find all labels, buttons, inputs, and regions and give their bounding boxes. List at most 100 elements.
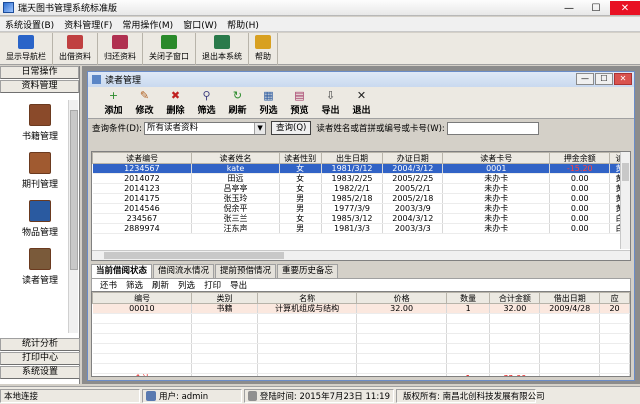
loans-column-header[interactable]: 数量 xyxy=(445,292,491,304)
filter-button[interactable]: ⚲ 筛选 xyxy=(191,87,222,118)
edit-button[interactable]: ✎ 修改 xyxy=(129,87,160,118)
child-minimize-button[interactable]: — xyxy=(576,73,594,85)
export-button[interactable]: ⇩ 导出 xyxy=(315,87,346,118)
loan-subtoolbar: 还书 筛选 刷新 列选 打印 导出 xyxy=(91,278,631,291)
sidebar-scroll-thumb[interactable] xyxy=(70,110,78,270)
loan-export-button[interactable]: 导出 xyxy=(230,279,247,291)
loans-table: 编号 类别 名称 价格 数量 合计金额 借出日期应 00010 书籍 计算机组成与结构 32.00… xyxy=(91,291,631,377)
loans-column-header[interactable]: 价格 xyxy=(356,292,447,304)
empty-loan-row xyxy=(92,363,630,374)
reader-row[interactable]: 2889974汪东声男1981/3/32003/3/3未办卡0.00白 xyxy=(92,223,630,234)
tab-history-memo[interactable]: 重要历史备忘 xyxy=(277,264,339,278)
return-button[interactable]: 归还资料 xyxy=(98,33,143,65)
loans-column-header[interactable]: 应 xyxy=(599,292,630,304)
readers-vscroll-thumb[interactable] xyxy=(622,163,629,181)
exit-button[interactable]: ✕ 退出 xyxy=(346,87,377,118)
category-print-center[interactable]: 打印中心 xyxy=(0,352,80,365)
reader-row[interactable]: 2014546倪余平男1977/3/92003/3/9未办卡0.00黄 xyxy=(92,203,630,214)
category-statistics[interactable]: 统计分析 xyxy=(0,338,80,351)
preview-icon: ▤ xyxy=(294,89,305,102)
empty-loan-cell xyxy=(356,363,447,374)
reader-cell: -15.20 xyxy=(549,163,611,174)
loans-column-header[interactable]: 合计金额 xyxy=(489,292,541,304)
navigation-icon xyxy=(18,35,34,49)
empty-loan-row xyxy=(92,353,630,364)
close-button[interactable]: ✕ xyxy=(610,1,640,15)
readers-hscroll-thumb[interactable] xyxy=(104,252,284,259)
sidebar-scrollbar[interactable] xyxy=(68,100,78,333)
readers-column-header[interactable]: 读者卡号 xyxy=(442,152,551,164)
return-book-button[interactable]: 还书 xyxy=(100,279,117,291)
tab-loan-history[interactable]: 借阅流水情况 xyxy=(153,264,215,278)
menu-system-settings[interactable]: 系统设置(B) xyxy=(0,18,59,31)
reader-cell: 0.00 xyxy=(549,183,611,194)
category-data-management[interactable]: 资料管理 xyxy=(0,80,79,93)
loan-refresh-button[interactable]: 刷新 xyxy=(152,279,169,291)
loan-filter-button[interactable]: 筛选 xyxy=(126,279,143,291)
menu-data-management[interactable]: 资料管理(F) xyxy=(59,18,117,31)
child-close-button[interactable]: ✕ xyxy=(614,73,632,85)
reader-row[interactable]: 2014123吕亭亭女1982/2/12005/2/1未办卡0.00黄 xyxy=(92,183,630,194)
delete-button[interactable]: ✖ 删除 xyxy=(160,87,191,118)
empty-loan-cell xyxy=(191,313,258,324)
empty-loan-cell xyxy=(92,313,193,324)
clock-icon xyxy=(248,390,257,401)
column-select-button[interactable]: ▦ 列选 xyxy=(253,87,284,118)
show-navigation-button[interactable]: 显示导航栏 xyxy=(0,33,53,65)
reader-search-input[interactable] xyxy=(446,121,539,135)
readers-column-header[interactable]: 出生日期 xyxy=(320,152,384,164)
empty-loan-cell xyxy=(191,323,258,334)
menu-window[interactable]: 窗口(W) xyxy=(178,18,222,31)
tab-current-loans[interactable]: 当前借阅状态 xyxy=(91,264,153,278)
return-icon xyxy=(112,35,128,49)
refresh-button[interactable]: ↻ 刷新 xyxy=(222,87,253,118)
reader-row[interactable]: 2014072田远女1983/2/252005/2/25未办卡0.00黄 xyxy=(92,173,630,184)
readers-column-header[interactable]: 押金余额 xyxy=(549,152,611,164)
preview-button[interactable]: ▤ 预览 xyxy=(284,87,315,118)
menu-common-operations[interactable]: 常用操作(M) xyxy=(117,18,178,31)
empty-total-cell xyxy=(257,373,358,376)
reader-cell: 2005/2/25 xyxy=(382,173,444,184)
reader-row[interactable]: 2014175张玉玲男1985/2/182005/2/18未办卡0.00黄 xyxy=(92,193,630,204)
loans-column-header[interactable]: 编号 xyxy=(92,292,193,304)
menu-help[interactable]: 帮助(H) xyxy=(222,18,264,31)
child-maximize-button[interactable]: ☐ xyxy=(595,73,613,85)
reader-row[interactable]: 1234567 kate 女 1981/3/12 2004/3/12 0001 -15.20… xyxy=(92,163,630,174)
readers-column-header[interactable]: 读者性别 xyxy=(278,152,322,164)
loans-column-header[interactable]: 类别 xyxy=(191,292,258,304)
loan-row[interactable]: 00010 书籍 计算机组成与结构 32.00 1 32.00 2009/4/28 20 xyxy=(92,303,630,314)
lend-button[interactable]: 出借资料 xyxy=(53,33,98,65)
category-system-settings[interactable]: 系统设置 xyxy=(0,366,80,379)
loans-column-header[interactable]: 借出日期 xyxy=(539,292,601,304)
empty-loan-cell xyxy=(446,363,491,374)
help-button[interactable]: 帮助 xyxy=(249,33,278,65)
reader-cell: 2014072 xyxy=(92,173,193,184)
readers-column-header[interactable]: 办证日期 xyxy=(382,152,444,164)
readers-horizontal-scrollbar[interactable] xyxy=(92,250,630,260)
loan-print-button[interactable]: 打印 xyxy=(204,279,221,291)
readers-column-header[interactable]: 读者编号 xyxy=(92,152,193,164)
readers-vertical-scrollbar[interactable] xyxy=(620,152,630,249)
empty-loan-cell xyxy=(446,353,491,364)
minimize-button[interactable]: — xyxy=(556,1,582,15)
readers-column-header[interactable]: 读者姓名 xyxy=(191,152,280,164)
tab-reservations[interactable]: 提前预借情况 xyxy=(215,264,277,278)
maximize-button[interactable]: ☐ xyxy=(583,1,609,15)
chevron-down-icon[interactable]: ▼ xyxy=(254,122,266,134)
journals-icon xyxy=(29,152,51,174)
loan-columns-button[interactable]: 列选 xyxy=(178,279,195,291)
empty-loan-cell xyxy=(257,363,358,374)
loans-column-header[interactable]: 名称 xyxy=(256,292,358,304)
empty-loan-cell xyxy=(356,313,447,324)
close-child-window-button[interactable]: 关闭子窗口 xyxy=(143,33,196,65)
child-title-bar: 读者管理 xyxy=(88,72,634,87)
category-daily-operations[interactable]: 日常操作 xyxy=(0,66,79,79)
reader-row[interactable]: 234567张三兰女1985/3/122004/3/12未办卡0.00白 xyxy=(92,213,630,224)
add-icon: + xyxy=(108,89,119,102)
refresh-icon: ↻ xyxy=(232,89,243,102)
reader-cell: 张玉玲 xyxy=(191,193,280,204)
exit-system-button[interactable]: 退出本系统 xyxy=(196,33,249,65)
query-button[interactable]: 查询(Q) xyxy=(271,121,312,135)
add-button[interactable]: + 添加 xyxy=(98,87,129,118)
query-condition-select[interactable]: 所有读者资料 ▼ xyxy=(144,121,267,135)
